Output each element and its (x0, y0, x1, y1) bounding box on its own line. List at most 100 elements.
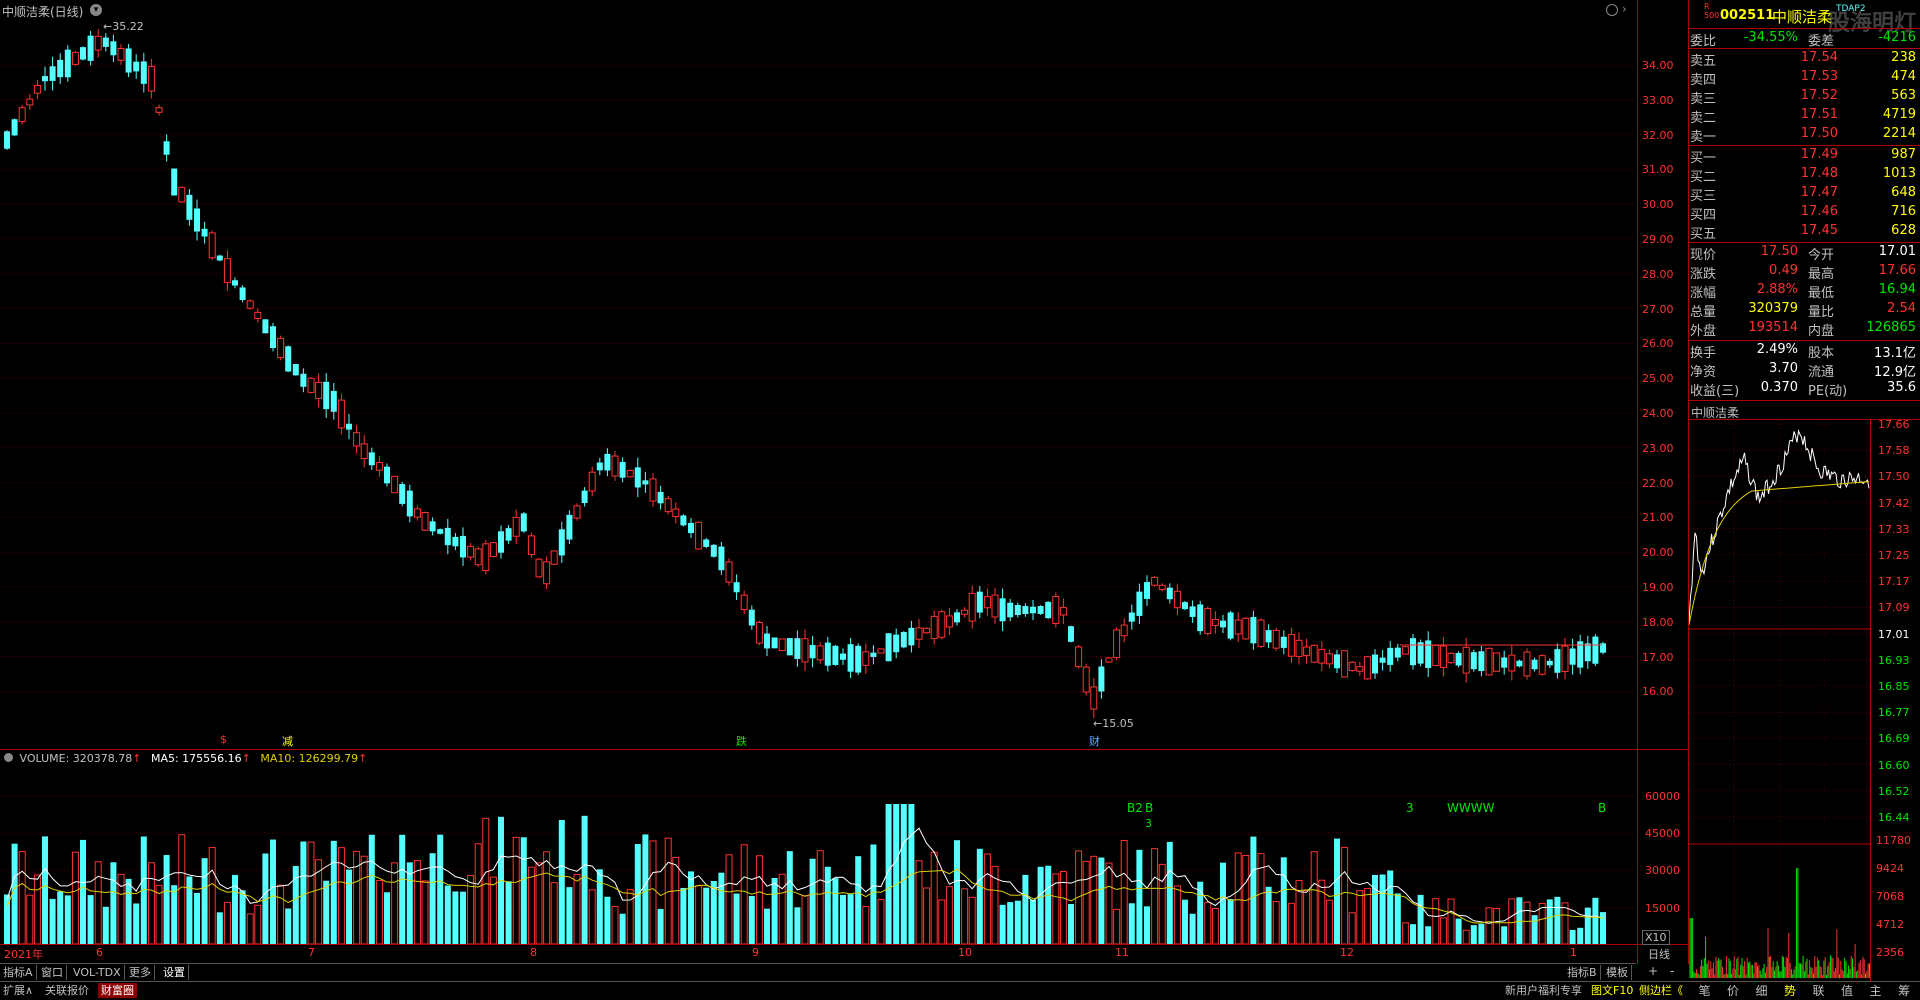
ask-row[interactable]: 卖五 17.54 238 (1690, 50, 1916, 69)
bid-row[interactable]: 买四 17.46 716 (1690, 204, 1916, 223)
candlestick (520, 512, 527, 533)
bid-volume: 648 (1891, 185, 1916, 200)
fundamental-label: 净资 (1690, 365, 1717, 380)
ask-row[interactable]: 卖三 17.52 563 (1690, 88, 1916, 107)
fundamental-value: 0.370 (1760, 380, 1798, 395)
intraday-tab[interactable]: 细 (1748, 982, 1775, 999)
bid-row[interactable]: 买一 17.49 987 (1690, 147, 1916, 166)
volume-bar (1410, 924, 1416, 944)
volume-bar (930, 851, 938, 944)
date-label-7: 7 (308, 946, 315, 959)
tab-indicator-b[interactable]: 指标B (1564, 965, 1601, 980)
ask-row[interactable]: 卖二 17.51 4719 (1690, 107, 1916, 126)
intraday-tab[interactable]: 联 (1805, 982, 1832, 999)
candlestick (983, 588, 991, 616)
intraday-tab[interactable]: 筹 (1891, 982, 1918, 999)
tab-extend[interactable]: 扩展∧ (0, 983, 36, 998)
candlestick (11, 118, 18, 137)
f10-button[interactable]: 图文F10 (1588, 983, 1636, 998)
date-label-12: 12 (1340, 946, 1354, 959)
volume-bar (223, 901, 231, 944)
stat-value: 193514 (1748, 320, 1798, 335)
volume-bar (642, 834, 649, 944)
candlestick (1508, 645, 1516, 681)
daily-button[interactable]: 日线 (1648, 946, 1670, 962)
volume-bar (1211, 908, 1219, 944)
candlestick (1394, 643, 1401, 662)
bid-row[interactable]: 买五 17.45 628 (1690, 223, 1916, 242)
intraday-price-label: 16.60 (1878, 758, 1910, 772)
tab-settings[interactable]: 设置 (160, 965, 189, 980)
volume-dropdown-icon[interactable] (4, 753, 13, 762)
candlestick (991, 588, 999, 624)
intraday-volume-label: 7068 (1876, 890, 1904, 903)
volume-bar (474, 843, 482, 944)
zoom-in-icon[interactable]: + (1648, 964, 1658, 978)
stat-value: 2.88% (1756, 282, 1798, 297)
intraday-chart[interactable] (1689, 420, 1870, 980)
tab-indicator-a[interactable]: 指标A (0, 965, 37, 980)
candlestick (1144, 575, 1150, 606)
candlestick (938, 609, 946, 640)
event-mark-dollar[interactable]: $ (220, 733, 227, 746)
event-mark-reduce[interactable]: 减 (282, 733, 293, 749)
volume-bar (505, 881, 512, 944)
tab-vol-tdx[interactable]: VOL-TDX (70, 965, 125, 980)
candlestick (1561, 638, 1569, 680)
volume-bar (558, 820, 565, 944)
tab-template[interactable]: 模板 (1603, 965, 1632, 980)
volume-bar (1325, 899, 1333, 944)
candlestick (147, 58, 155, 99)
volume-value: VOLUME: 320378.78 (19, 752, 133, 765)
promo-new-user[interactable]: 新用户福利专享 (1502, 983, 1585, 998)
volume-axis-label-15000: 15000 (1645, 902, 1680, 915)
volume-bar (688, 871, 694, 944)
intraday-tab[interactable]: 势 (1777, 982, 1804, 999)
price-axis-label: 25.00 (1642, 372, 1674, 386)
candlestick (954, 609, 960, 626)
signal-b: B (1145, 801, 1154, 815)
volume-bar (1136, 849, 1143, 944)
volume-bar (672, 856, 680, 944)
candlestick (1334, 649, 1340, 673)
bid-row[interactable]: 买三 17.47 648 (1690, 185, 1916, 204)
volume-bar (840, 894, 846, 944)
candlestick (642, 471, 649, 493)
intraday-tab[interactable]: 主 (1862, 982, 1889, 999)
intraday-tab[interactable]: 值 (1834, 982, 1861, 999)
intraday-tab[interactable]: 价 (1720, 982, 1747, 999)
intraday-tab[interactable]: 笔 (1691, 982, 1718, 999)
stat-row: 涨幅 2.88% 最低 16.94 (1690, 282, 1916, 301)
ask-row[interactable]: 卖一 17.50 2214 (1690, 126, 1916, 145)
candlestick (155, 104, 163, 116)
zoom-out-icon[interactable]: - (1670, 964, 1674, 978)
bid-volume: 1013 (1882, 166, 1916, 181)
price-axis-label: 21.00 (1642, 511, 1674, 525)
volume-bar (520, 837, 527, 944)
r-badge: R 500 (1704, 2, 1720, 20)
candlestick-chart[interactable] (0, 0, 1636, 944)
tab-wealth-circle[interactable]: 财富圈 (98, 983, 137, 998)
bid-row[interactable]: 买二 17.48 1013 (1690, 166, 1916, 185)
volume-axis-label-45000: 45000 (1645, 827, 1680, 840)
tab-related-quotes[interactable]: 关联报价 (42, 983, 92, 998)
event-mark-fall[interactable]: 跌 (736, 733, 747, 749)
stat-label: 内盘 (1808, 324, 1835, 339)
volume-bar (1447, 898, 1455, 944)
event-mark-finance[interactable]: 财 (1089, 733, 1100, 749)
fundamental-value: 3.70 (1769, 361, 1798, 376)
sidebar-toggle[interactable]: 侧边栏《 (1636, 983, 1686, 998)
fundamental-row: 净资 3.70 流通 12.9亿 (1690, 361, 1916, 380)
tab-window[interactable]: 窗口 (38, 965, 67, 980)
tab-more[interactable]: 更多 (126, 965, 155, 980)
candlestick (764, 625, 770, 657)
ask-row[interactable]: 卖四 17.53 474 (1690, 69, 1916, 88)
volume-bar (71, 851, 79, 944)
volume-bar (847, 894, 854, 944)
volume-bar (1068, 904, 1074, 944)
candlestick (900, 631, 907, 649)
candlestick (1584, 635, 1591, 669)
price-axis-label: 26.00 (1642, 337, 1674, 351)
stat-label: 现价 (1690, 248, 1717, 263)
volume-bar (801, 895, 809, 944)
